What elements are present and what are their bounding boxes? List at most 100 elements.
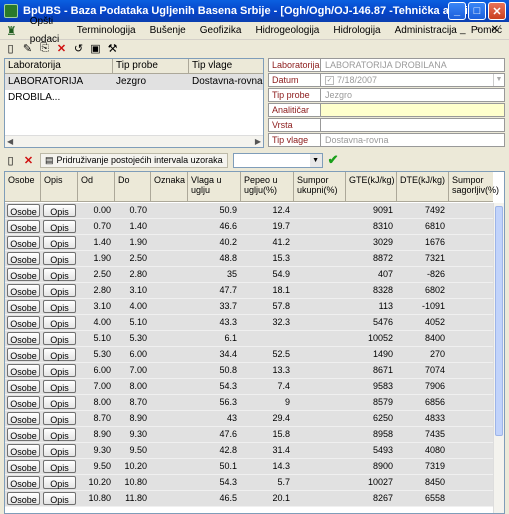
table-row[interactable]: Osobe Opis 10.80 11.80 46.5 20.1 8267 6558 xyxy=(5,491,493,507)
col-header-oznaka[interactable]: Oznaka xyxy=(151,172,188,201)
table-row[interactable]: Osobe Opis 5.10 5.30 6.1 10052 8400 xyxy=(5,331,493,347)
osobe-button[interactable]: Osobe xyxy=(7,268,40,281)
date-dropdown-icon[interactable]: ▼ xyxy=(493,74,504,86)
input-vrsta-analize[interactable] xyxy=(321,118,505,132)
menu-busenje[interactable]: Bušenje xyxy=(143,22,193,40)
osobe-button[interactable]: Osobe xyxy=(7,460,40,473)
tools-icon[interactable]: ⚒ xyxy=(106,42,119,55)
table-row[interactable]: Osobe Opis 4.00 5.10 43.3 32.3 5476 4052 xyxy=(5,315,493,331)
new-icon[interactable]: ▯ xyxy=(4,42,17,55)
menu-hidrogeologija[interactable]: Hidrogeologija xyxy=(248,22,326,40)
osobe-button[interactable]: Osobe xyxy=(7,204,40,217)
osobe-button[interactable]: Osobe xyxy=(7,412,40,425)
col-header-vlaga[interactable]: Vlaga u uglju xyxy=(188,172,241,201)
table-row[interactable]: Osobe Opis 9.50 10.20 50.1 14.3 8900 7319 xyxy=(5,459,493,475)
col-header-gte[interactable]: GTE(kJ/kg) xyxy=(346,172,397,201)
col-header-od[interactable]: Od xyxy=(78,172,115,201)
col-header-sumpor-sagorljiv[interactable]: Sumpor sagorljiv(%) xyxy=(449,172,499,201)
input-datum[interactable]: ✓ 7/18/2007 ▼ xyxy=(321,73,505,87)
delete-icon[interactable]: ✕ xyxy=(55,42,68,55)
copy-icon[interactable]: ⎘ xyxy=(38,42,51,55)
table-row[interactable]: Osobe Opis 10.20 10.80 54.3 5.7 10027 8450 xyxy=(5,475,493,491)
osobe-button[interactable]: Osobe xyxy=(7,380,40,393)
opis-button[interactable]: Opis xyxy=(43,204,76,217)
opis-button[interactable]: Opis xyxy=(43,428,76,441)
table-row[interactable]: Osobe Opis 0.70 1.40 46.6 19.7 8310 6810 xyxy=(5,219,493,235)
osobe-button[interactable]: Osobe xyxy=(7,348,40,361)
input-tip-probe[interactable]: Jezgro xyxy=(321,88,505,102)
table-row[interactable]: Osobe Opis 8.00 8.70 56.3 9 8579 6856 xyxy=(5,395,493,411)
osobe-button[interactable]: Osobe xyxy=(7,444,40,457)
col-header-dte[interactable]: DTE(kJ/kg) xyxy=(397,172,449,201)
app-menu-icon[interactable]: ♜ xyxy=(6,24,17,38)
confirm-check-icon[interactable]: ✔ xyxy=(328,152,339,168)
opis-button[interactable]: Opis xyxy=(43,380,76,393)
osobe-button[interactable]: Osobe xyxy=(7,332,40,345)
laboratory-grid-row[interactable]: LABORATORIJA DROBILA... Jezgro Dostavna-… xyxy=(5,74,263,103)
cancel-icon[interactable]: ↺ xyxy=(72,42,85,55)
col-header-tip-vlage[interactable]: Tip vlage xyxy=(189,59,263,73)
date-checkbox[interactable]: ✓ xyxy=(325,75,334,85)
opis-button[interactable]: Opis xyxy=(43,460,76,473)
col-header-pepeo[interactable]: Pepeo u uglju(%) xyxy=(241,172,294,201)
opis-button[interactable]: Opis xyxy=(43,412,76,425)
opis-button[interactable]: Opis xyxy=(43,316,76,329)
opis-button[interactable]: Opis xyxy=(43,444,76,457)
vertical-scrollbar[interactable] xyxy=(493,203,504,513)
table-row[interactable]: Osobe Opis 1.40 1.90 40.2 41.2 3029 1676 xyxy=(5,235,493,251)
opis-button[interactable]: Opis xyxy=(43,236,76,249)
chevron-down-icon[interactable]: ▼ xyxy=(309,153,322,167)
osobe-button[interactable]: Osobe xyxy=(7,364,40,377)
scrollbar-thumb[interactable] xyxy=(495,206,503,436)
osobe-button[interactable]: Osobe xyxy=(7,236,40,249)
table-row[interactable]: Osobe Opis 9.30 9.50 42.8 31.4 5493 4080 xyxy=(5,443,493,459)
opis-button[interactable]: Opis xyxy=(43,252,76,265)
col-header-osobe[interactable]: Osobe xyxy=(5,172,41,201)
new-row-icon[interactable]: ▯ xyxy=(4,154,17,167)
osobe-button[interactable]: Osobe xyxy=(7,252,40,265)
opis-button[interactable]: Opis xyxy=(43,348,76,361)
menu-geofizika[interactable]: Geofizika xyxy=(193,22,249,40)
col-header-sumpor-ukupni[interactable]: Sumpor ukupni(%) xyxy=(294,172,346,201)
table-row[interactable]: Osobe Opis 0.00 0.70 50.9 12.4 9091 7492 xyxy=(5,203,493,219)
opis-button[interactable]: Opis xyxy=(43,300,76,313)
col-header-laboratorija[interactable]: Laboratorija xyxy=(5,59,113,73)
opis-button[interactable]: Opis xyxy=(43,268,76,281)
col-header-do[interactable]: Do xyxy=(115,172,151,201)
input-laboratorija[interactable]: LABORATORIJA DROBILANA xyxy=(321,58,505,72)
table-row[interactable]: Osobe Opis 1.90 2.50 48.8 15.3 8872 7321 xyxy=(5,251,493,267)
osobe-button[interactable]: Osobe xyxy=(7,284,40,297)
interval-combo[interactable]: ▼ xyxy=(232,152,323,168)
table-row[interactable]: Osobe Opis 2.50 2.80 35 54.9 407 -826 xyxy=(5,267,493,283)
opis-button[interactable]: Opis xyxy=(43,284,76,297)
opis-button[interactable]: Opis xyxy=(43,332,76,345)
horizontal-scrollbar[interactable]: ◀ ▶ xyxy=(5,135,263,147)
osobe-button[interactable]: Osobe xyxy=(7,492,40,505)
delete-row-icon[interactable]: ✕ xyxy=(22,154,35,167)
table-row[interactable]: Osobe Opis 2.80 3.10 47.7 18.1 8328 6802 xyxy=(5,283,493,299)
opis-button[interactable]: Opis xyxy=(43,364,76,377)
opis-button[interactable]: Opis xyxy=(43,220,76,233)
opis-button[interactable]: Opis xyxy=(43,492,76,505)
osobe-button[interactable]: Osobe xyxy=(7,476,40,489)
table-row[interactable]: Osobe Opis 5.30 6.00 34.4 52.5 1490 270 xyxy=(5,347,493,363)
table-row[interactable]: Osobe Opis 6.00 7.00 50.8 13.3 8671 7074 xyxy=(5,363,493,379)
close-button[interactable]: ✕ xyxy=(488,2,506,20)
scroll-left-icon[interactable]: ◀ xyxy=(7,137,13,146)
table-row[interactable]: Osobe Opis 8.90 9.30 47.6 15.8 8958 7435 xyxy=(5,427,493,443)
osobe-button[interactable]: Osobe xyxy=(7,300,40,313)
osobe-button[interactable]: Osobe xyxy=(7,428,40,441)
col-header-tip-probe[interactable]: Tip probe xyxy=(113,59,189,73)
table-row[interactable]: Osobe Opis 7.00 8.00 54.3 7.4 9583 7906 xyxy=(5,379,493,395)
menu-hidrologija[interactable]: Hidrologija xyxy=(326,22,387,40)
pridruzivanje-button[interactable]: ▤ Pridruživanje postojećih intervala uzo… xyxy=(40,152,228,168)
opis-button[interactable]: Opis xyxy=(43,476,76,489)
minimize-button[interactable]: _ xyxy=(448,2,466,20)
table-row[interactable]: Osobe Opis 3.10 4.00 33.7 57.8 113 -1091 xyxy=(5,299,493,315)
col-header-opis[interactable]: Opis xyxy=(41,172,78,201)
table-row[interactable]: Osobe Opis 8.70 8.90 43 29.4 6250 4833 xyxy=(5,411,493,427)
input-analiticar[interactable] xyxy=(321,103,505,117)
edit-icon[interactable]: ✎ xyxy=(21,42,34,55)
osobe-button[interactable]: Osobe xyxy=(7,220,40,233)
menu-administracija[interactable]: Administracija xyxy=(388,22,464,40)
